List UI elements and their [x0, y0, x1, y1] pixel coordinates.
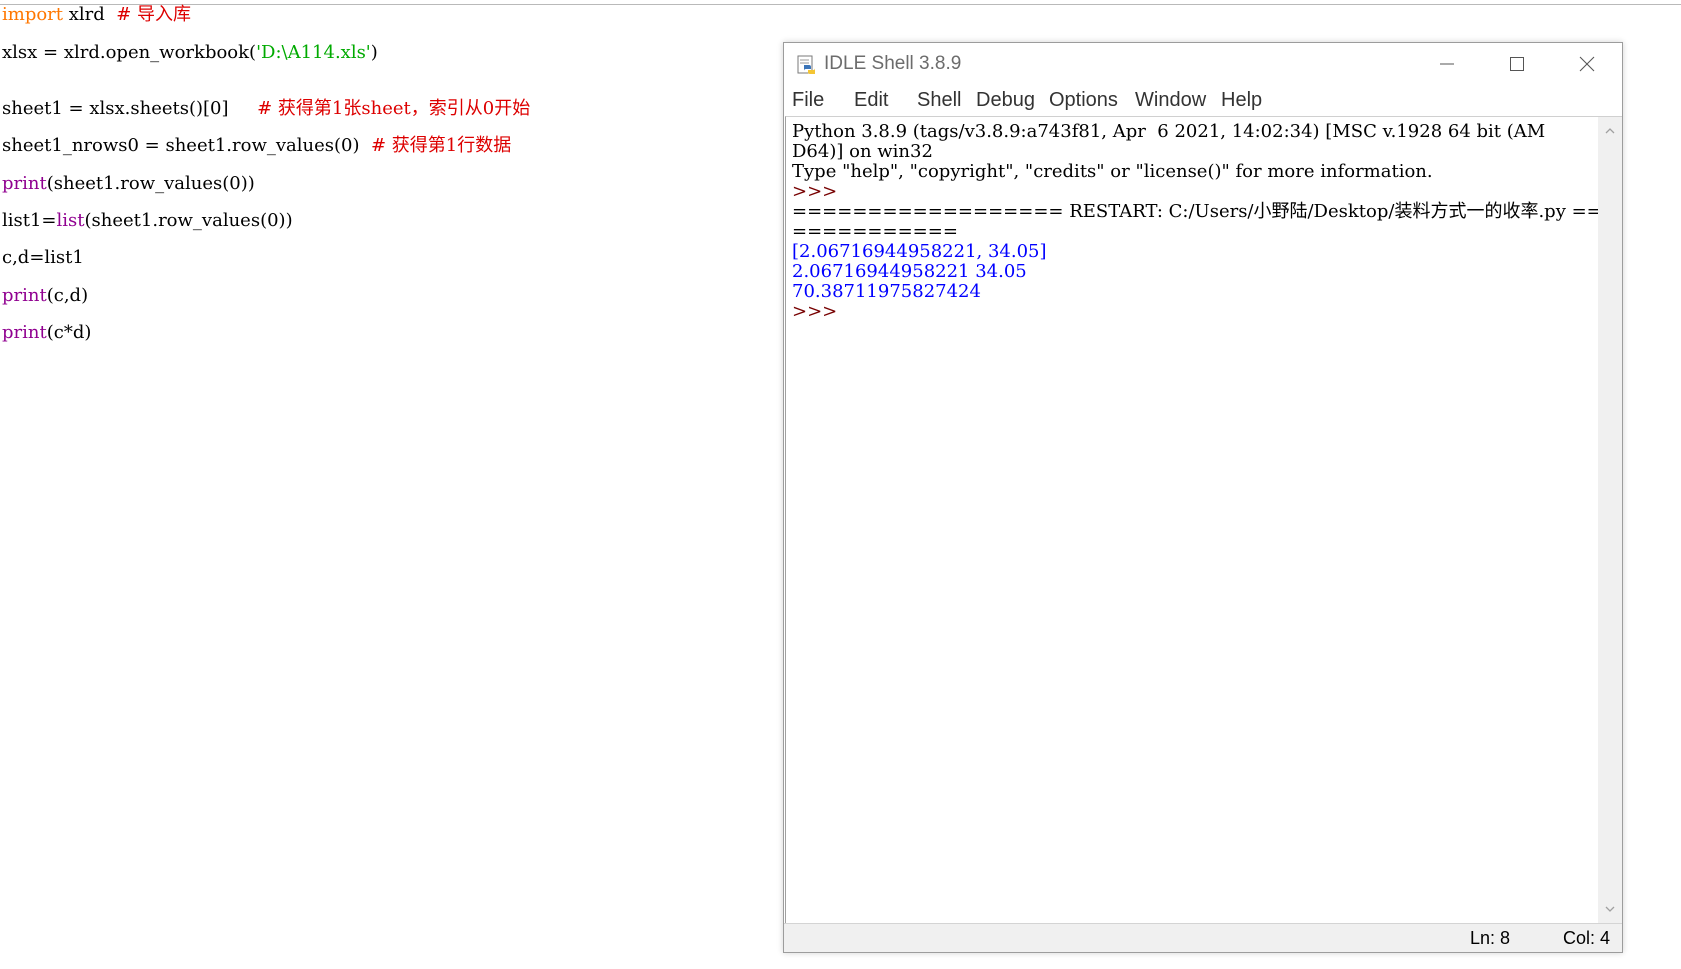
- shell-output-line: [2.06716944958221, 34.05]: [792, 241, 1047, 262]
- maximize-icon: [1510, 57, 1524, 71]
- shell-banner-line: D64)] on win32: [792, 141, 933, 162]
- builtin-token: print: [2, 285, 47, 306]
- menu-file[interactable]: File: [788, 89, 828, 111]
- close-icon: [1579, 56, 1595, 72]
- code-line-9[interactable]: print(c*d): [2, 322, 91, 344]
- comment-token: # 获得第1张sheet，索引从0开始: [257, 98, 531, 119]
- menu-bar: File Edit Shell Debug Options Window Hel…: [784, 85, 1622, 115]
- comment-token: # 导入库: [116, 4, 192, 25]
- chevron-down-icon: [1605, 906, 1615, 912]
- code-line-5[interactable]: print(sheet1.row_values(0)): [2, 173, 255, 195]
- menu-edit[interactable]: Edit: [850, 89, 892, 111]
- shell-restart-line: ================== RESTART: C:/Users/小野陆…: [792, 201, 1598, 222]
- shell-prompt[interactable]: >>>: [792, 302, 843, 322]
- menu-debug[interactable]: Debug: [972, 89, 1039, 111]
- python-idle-icon: [797, 55, 815, 74]
- shell-output-area[interactable]: Python 3.8.9 (tags/v3.8.9:a743f81, Apr 6…: [785, 116, 1598, 923]
- shell-prompt: >>>: [792, 181, 843, 202]
- code-token: sheet1_nrows0 = sheet1.row_values(0): [2, 135, 371, 156]
- shell-banner-line: Type "help", "copyright", "credits" or "…: [792, 161, 1433, 182]
- builtin-token: list: [56, 210, 85, 231]
- code-token: ): [370, 42, 378, 63]
- code-token: (sheet1.row_values(0)): [46, 173, 255, 194]
- code-line-7[interactable]: c,d=list1: [2, 247, 84, 269]
- menu-options[interactable]: Options: [1045, 89, 1122, 111]
- chevron-up-icon: [1605, 128, 1615, 134]
- code-line-4[interactable]: sheet1_nrows0 = sheet1.row_values(0) # 获…: [2, 135, 511, 157]
- code-token: sheet1 = xlsx.sheets()[0]: [2, 98, 258, 119]
- status-bar: Ln: 8 Col: 4: [784, 923, 1622, 952]
- code-token: (sheet1.row_values(0)): [84, 210, 293, 231]
- menu-window[interactable]: Window: [1131, 89, 1210, 111]
- window-titlebar[interactable]: IDLE Shell 3.8.9: [784, 43, 1622, 85]
- code-line-3[interactable]: sheet1 = xlsx.sheets()[0] # 获得第1张sheet，索…: [2, 98, 530, 120]
- menu-shell[interactable]: Shell: [913, 89, 965, 111]
- maximize-button[interactable]: [1482, 43, 1552, 85]
- keyword-token: import: [2, 4, 64, 25]
- close-button[interactable]: [1552, 43, 1622, 85]
- code-token: xlsx = xlrd.open_workbook(: [2, 42, 257, 63]
- code-token: list1=: [2, 210, 57, 231]
- code-token: (c*d): [46, 322, 92, 343]
- code-line-8[interactable]: print(c,d): [2, 285, 88, 307]
- shell-restart-line: ===========: [792, 221, 958, 242]
- window-title: IDLE Shell 3.8.9: [824, 53, 962, 74]
- code-line-1[interactable]: import xlrd # 导入库: [2, 4, 191, 26]
- shell-output-line: 2.06716944958221 34.05: [792, 261, 1027, 282]
- status-column-number: Col: 4: [1562, 928, 1610, 948]
- builtin-token: print: [2, 173, 47, 194]
- shell-output-line: 70.38711975827424: [792, 281, 981, 302]
- code-token: xlrd: [63, 4, 117, 25]
- builtin-token: print: [2, 322, 47, 343]
- comment-token: # 获得第1行数据: [370, 135, 512, 156]
- idle-shell-window[interactable]: IDLE Shell 3.8.9 File Edit Shell Debug O…: [783, 42, 1623, 953]
- string-token: 'D:\A114.xls': [256, 42, 371, 63]
- code-token: c,d=list1: [2, 247, 84, 268]
- minimize-button[interactable]: [1412, 43, 1482, 85]
- status-line-number: Ln: 8: [1469, 928, 1510, 948]
- code-token: (c,d): [46, 285, 89, 306]
- code-editor[interactable]: import xlrd # 导入库 xlsx = xlrd.open_workb…: [0, 0, 780, 969]
- code-line-2[interactable]: xlsx = xlrd.open_workbook('D:\A114.xls'): [2, 42, 378, 64]
- desktop-page: import xlrd # 导入库 xlsx = xlrd.open_workb…: [0, 0, 1681, 969]
- scroll-down-button[interactable]: [1598, 897, 1622, 921]
- menu-help[interactable]: Help: [1217, 89, 1266, 111]
- minimize-icon: [1440, 63, 1454, 65]
- shell-banner-line: Python 3.8.9 (tags/v3.8.9:a743f81, Apr 6…: [792, 121, 1546, 142]
- scroll-up-button[interactable]: [1598, 119, 1622, 143]
- vertical-scrollbar[interactable]: [1598, 116, 1622, 923]
- code-line-6[interactable]: list1=list(sheet1.row_values(0)): [2, 210, 293, 232]
